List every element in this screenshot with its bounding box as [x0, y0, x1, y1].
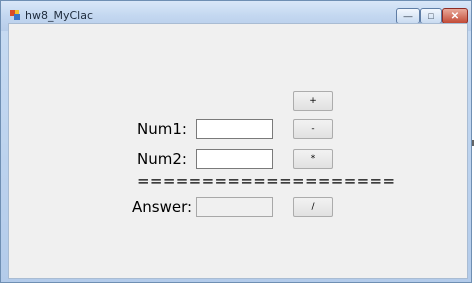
answer-label: Answer:: [132, 198, 193, 216]
window-title: hw8_MyClac: [25, 9, 93, 22]
minimize-icon: —: [403, 11, 413, 21]
minimize-button[interactable]: —: [396, 8, 420, 24]
separator-line: ====================: [137, 172, 396, 190]
maximize-icon: □: [428, 11, 434, 21]
close-button[interactable]: ✕: [442, 8, 468, 24]
num1-input[interactable]: [196, 119, 273, 139]
answer-output: [196, 197, 273, 217]
multiply-button[interactable]: *: [293, 149, 333, 169]
maximize-button[interactable]: □: [420, 8, 442, 24]
app-icon: [10, 10, 20, 20]
app-window: hw8_MyClac — □ ✕ Num1: Num2: ===========…: [0, 0, 472, 283]
num2-input[interactable]: [196, 149, 273, 169]
num2-label: Num2:: [137, 150, 187, 168]
divide-button[interactable]: /: [293, 197, 333, 217]
close-icon: ✕: [450, 10, 460, 22]
add-button[interactable]: +: [293, 91, 333, 111]
form-client-area: Num1: Num2: ==================== Answer:…: [8, 23, 468, 279]
subtract-button[interactable]: -: [293, 119, 333, 139]
num1-label: Num1:: [137, 120, 187, 138]
